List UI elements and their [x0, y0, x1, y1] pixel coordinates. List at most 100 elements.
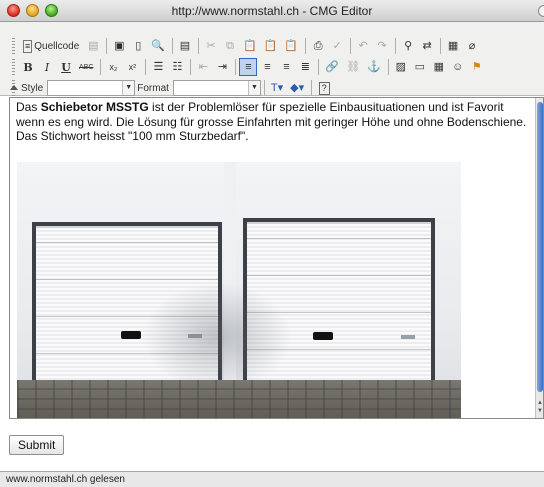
content-paragraph: Das Schiebetor MSSTG ist der Problemlöse… [16, 100, 528, 144]
chevron-down-icon: ▼ [247, 81, 260, 95]
door-lock [401, 335, 415, 339]
print-button[interactable]: ⎙ [309, 37, 327, 55]
unlink-button[interactable]: ⛓ [343, 58, 363, 76]
copy-icon: ⧉ [226, 39, 234, 52]
outdent-button[interactable]: ⇤ [194, 58, 212, 76]
numbered-list-button[interactable]: ☰ [149, 58, 167, 76]
preview-icon: 🔍 [151, 39, 165, 52]
toolbar-grip[interactable] [12, 59, 15, 75]
paste-word-icon: 📋 [284, 39, 299, 52]
save-button[interactable]: ▣ [110, 37, 128, 55]
remove-format-button[interactable]: ⌀ [463, 37, 481, 55]
copy-button[interactable]: ⧉ [221, 37, 239, 55]
scroll-down-icon[interactable]: ▼ [537, 408, 543, 414]
strikethrough-button[interactable]: ABC [76, 58, 96, 76]
toolbar-toggle-button[interactable] [538, 5, 544, 17]
subscript-button[interactable]: x₂ [104, 58, 122, 76]
underline-icon: U [61, 60, 71, 74]
format-select[interactable]: ▼ [172, 80, 261, 96]
align-right-icon: ≡ [283, 60, 290, 73]
toolbar-separator [395, 38, 397, 54]
toolbar-separator [440, 38, 442, 54]
bg-color-icon: ◆▾ [290, 81, 305, 94]
submit-button[interactable]: Submit [9, 435, 65, 455]
preview-button[interactable]: 🔍 [148, 37, 168, 55]
undo-icon: ↶ [358, 39, 368, 52]
cut-button[interactable]: ✂ [202, 37, 220, 55]
editor-toolbar: ≡ Quellcode ▤ ▣ ▯ 🔍 ▤ ✂ ⧉ 📋 📋 📋 ⎙ ✓ ↶ ↷ … [0, 22, 544, 96]
scroll-up-icon[interactable]: ▲ [537, 400, 543, 406]
superscript-button[interactable]: x² [123, 58, 141, 76]
door-handle [313, 332, 333, 340]
italic-button[interactable]: I [38, 58, 56, 76]
toolbar-separator [305, 38, 307, 54]
print-icon: ⎙ [313, 39, 323, 52]
toolbar-row-3: Style ▼ Format ▼ T▾ ◆▾ ? [12, 78, 334, 98]
text-color-button[interactable]: T▾ [268, 79, 286, 97]
redo-icon: ↷ [377, 39, 387, 52]
window-title: http://www.normstahl.ch - CMG Editor [171, 4, 373, 18]
anchor-icon: ⚓ [367, 60, 381, 73]
remove-format-icon: ⌀ [468, 39, 476, 52]
justify-right-button[interactable]: ≡ [277, 58, 295, 76]
anchor-button[interactable]: ⚓ [364, 58, 384, 76]
help-icon: ? [318, 81, 330, 95]
smiley-button[interactable]: ☺ [449, 58, 467, 76]
document-button[interactable]: ▤ [176, 37, 194, 55]
toolbar-separator [387, 59, 389, 75]
link-button[interactable]: 🔗 [322, 58, 342, 76]
table-button[interactable]: ▦ [430, 58, 448, 76]
scrollbar-thumb[interactable] [537, 102, 543, 392]
status-bar: www.normstahl.ch gelesen [0, 471, 544, 487]
select-all-icon: ▦ [447, 39, 459, 52]
justify-center-button[interactable]: ≡ [258, 58, 276, 76]
select-all-button[interactable]: ▦ [444, 37, 462, 55]
toolbar-separator [350, 38, 352, 54]
style-label: Style [21, 82, 44, 94]
editor-content-area[interactable]: Das Schiebetor MSSTG ist der Problemlöse… [9, 97, 544, 419]
replace-button[interactable]: ⇄ [418, 37, 436, 55]
source-button[interactable]: ≡ Quellcode [19, 37, 83, 55]
redo-button[interactable]: ↷ [373, 37, 391, 55]
link-icon: 🔗 [325, 60, 340, 73]
templates-button[interactable]: ▤ [84, 37, 102, 55]
underline-button[interactable]: U [57, 58, 75, 76]
bold-button[interactable]: B [19, 58, 37, 76]
toolbar-separator [106, 38, 108, 54]
intro-text: Das [16, 100, 41, 114]
toolbar-grip[interactable] [12, 38, 15, 54]
paste-button[interactable]: 📋 [240, 37, 260, 55]
new-page-button[interactable]: ▯ [129, 37, 147, 55]
justify-block-button[interactable]: ≣ [296, 58, 314, 76]
indent-button[interactable]: ⇥ [213, 58, 231, 76]
justify-left-button[interactable]: ≡ [239, 58, 258, 76]
paste-word-button[interactable]: 📋 [281, 37, 301, 55]
paste-text-icon: 📋 [263, 39, 278, 52]
editor-scrollbar[interactable]: ▲ ▼ [535, 98, 543, 418]
find-button[interactable]: ⚲ [399, 37, 417, 55]
bg-color-button[interactable]: ◆▾ [287, 79, 307, 97]
toolbar-separator [145, 59, 147, 75]
source-icon: ≡ [23, 39, 33, 53]
about-button[interactable]: ? [315, 79, 333, 97]
bulleted-list-button[interactable]: ☷ [168, 58, 186, 76]
toolbar-separator [100, 59, 102, 75]
flash-icon: ▭ [414, 60, 425, 73]
paste-text-button[interactable]: 📋 [261, 37, 281, 55]
find-icon: ⚲ [404, 39, 413, 52]
page-break-button[interactable]: ⚑ [468, 58, 486, 76]
style-select[interactable]: ▼ [47, 80, 136, 96]
toolbar-separator [235, 59, 237, 75]
indent-icon: ⇥ [217, 60, 228, 73]
format-label: Format [137, 82, 169, 94]
undo-button[interactable]: ↶ [354, 37, 372, 55]
toolbar-separator [263, 80, 265, 96]
image-button[interactable]: ▨ [392, 58, 410, 76]
spellcheck-button[interactable]: ✓ [328, 37, 346, 55]
garage-doors-image[interactable] [17, 162, 461, 418]
document-icon: ▤ [179, 39, 191, 52]
flash-button[interactable]: ▭ [411, 58, 429, 76]
align-justify-icon: ≣ [300, 60, 311, 73]
superscript-icon: x² [128, 61, 137, 72]
collapse-toolbar-icon[interactable] [10, 85, 18, 90]
